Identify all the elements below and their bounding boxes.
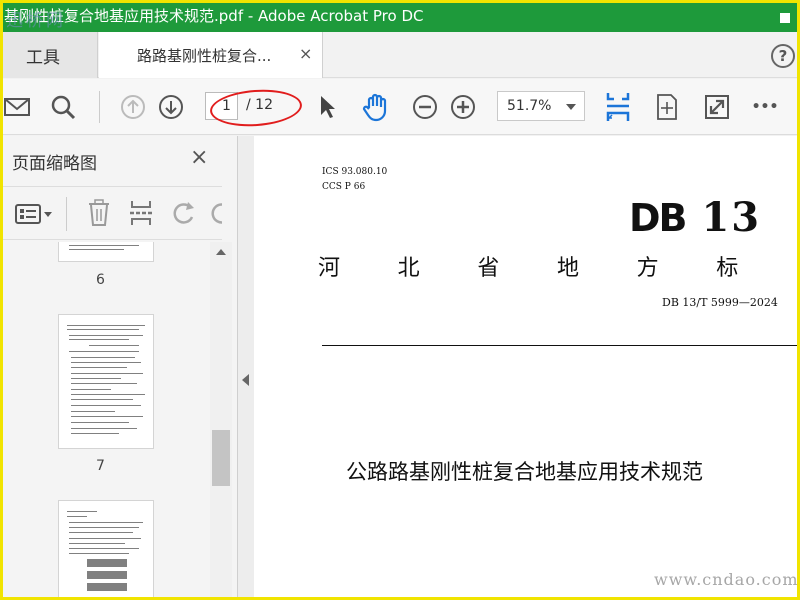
chevron-down-icon <box>566 104 576 110</box>
tab-tools-label: 工具 <box>26 48 60 68</box>
hand-tool-icon[interactable] <box>359 93 393 122</box>
rotate-left-icon[interactable] <box>170 199 198 231</box>
delete-page-icon[interactable] <box>86 199 112 231</box>
thumbnail-page-number: 7 <box>96 458 105 474</box>
window-title: 基刚性桩复合地基应用技术规范.pdf - Adobe Acrobat Pro D… <box>4 7 424 25</box>
extract-page-icon[interactable] <box>128 199 156 231</box>
page-thumbnails-panel: 页面缩略图 × 6 7 <box>0 136 238 600</box>
toolbar: ••• <box>0 79 800 135</box>
collapse-arrow-icon <box>242 374 249 386</box>
zoom-value: 51.7% <box>507 98 552 114</box>
fit-width-icon[interactable] <box>603 93 633 121</box>
title-bar: 基刚性桩复合地基应用技术规范.pdf - Adobe Acrobat Pro D… <box>0 0 800 32</box>
rotate-right-icon[interactable] <box>208 199 222 231</box>
thumbnail-list: 6 7 <box>0 242 210 600</box>
standard-category-title: 河 北 省 地 方 标 准 <box>318 256 800 281</box>
standard-number: DB 13/T 5999—2024 <box>662 296 778 309</box>
zoom-in-icon[interactable] <box>448 93 478 121</box>
previous-page-icon[interactable] <box>118 93 148 121</box>
document-title: 公路路基刚性桩复合地基应用技术规范 <box>346 460 703 484</box>
search-icon[interactable] <box>48 93 78 121</box>
panel-collapse-handle[interactable] <box>238 136 254 600</box>
tab-close-icon[interactable]: × <box>299 44 312 63</box>
email-icon[interactable] <box>2 93 32 121</box>
tab-document[interactable]: 路路基刚性桩复合... × <box>99 32 323 78</box>
window-control[interactable] <box>776 2 800 28</box>
panel-title: 页面缩略图 <box>12 154 97 174</box>
zoom-out-icon[interactable] <box>410 93 440 121</box>
thumbnail-options-icon[interactable] <box>14 203 54 229</box>
panel-toolbar-divider <box>66 197 67 231</box>
page-thumbnail[interactable] <box>58 242 154 262</box>
watermark-top-left: 迅桥网 <box>6 11 66 31</box>
panel-close-icon[interactable]: × <box>190 145 208 170</box>
classification-codes: ICS 93.080.10 CCS P 66 <box>322 165 387 195</box>
zoom-select[interactable]: 51.7% <box>497 91 585 121</box>
page-thumbnail[interactable] <box>58 314 154 449</box>
next-page-icon[interactable] <box>156 93 186 121</box>
full-screen-icon[interactable] <box>702 93 732 121</box>
tab-tools[interactable]: 工具 <box>0 32 98 78</box>
help-icon[interactable]: ? <box>771 44 795 68</box>
more-tools-icon[interactable]: ••• <box>750 93 780 121</box>
watermark-bottom-right: www.cndao.com <box>654 570 799 589</box>
select-pointer-icon[interactable] <box>314 93 342 121</box>
tab-bar: 工具 路路基刚性桩复合... × ? <box>0 32 800 78</box>
panel-toolbar <box>0 186 222 240</box>
ics-code: ICS 93.080.10 <box>322 167 388 177</box>
header-rule <box>322 345 800 346</box>
db-logo: DB 13 <box>629 194 762 241</box>
thumbnail-page-number: 6 <box>96 272 105 288</box>
scrollbar-thumb[interactable] <box>212 430 230 486</box>
rotate-view-icon[interactable] <box>652 93 682 121</box>
toolbar-divider <box>99 91 100 123</box>
scroll-up-icon[interactable] <box>216 249 226 255</box>
page-thumbnail[interactable] <box>58 500 154 600</box>
thumbnail-scrollbar[interactable] <box>210 242 232 600</box>
document-view: ICS 93.080.10 CCS P 66 DB 13 河 北 省 地 方 标… <box>254 136 800 600</box>
ccs-code: CCS P 66 <box>322 182 366 192</box>
tab-document-label: 路路基刚性桩复合... <box>137 47 272 65</box>
